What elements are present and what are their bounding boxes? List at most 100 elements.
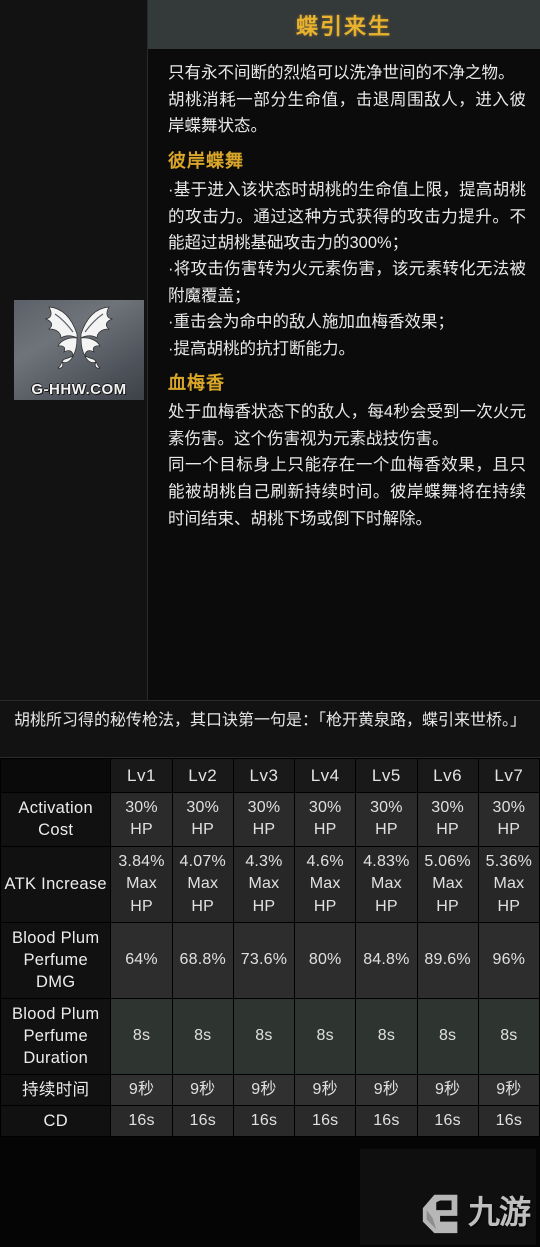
table-row: 持续时间 9秒 9秒 9秒 9秒 9秒 9秒 9秒 xyxy=(0,1073,540,1106)
table-cell-line: Max xyxy=(370,875,402,893)
table-cell-line: Max xyxy=(309,875,341,893)
table-cell-line: 9秒 xyxy=(128,1080,155,1098)
skill-flavor-quote-bar: 胡桃所习得的秘传枪法，其口诀第一句是：「枪开黄泉路，蝶引来世桥。」 xyxy=(0,700,540,758)
table-cell-line: HP xyxy=(497,897,521,915)
table-row: Activation Cost 30% HP 30% HP 30% HP 30% HP 30% HP… xyxy=(0,792,540,847)
table-cell-line: 9秒 xyxy=(373,1080,400,1098)
table-cell-line: HP xyxy=(436,821,459,839)
table-cell: 30% HP xyxy=(355,792,418,847)
icon-source-watermark: G-HHW.COM xyxy=(31,381,127,398)
skill-description-body: 只有永不间断的烈焰可以洗净世间的不净之物。 胡桃消耗一部分生命值，击退周围敌人，… xyxy=(148,50,540,538)
table-cell-line: 8s xyxy=(255,1026,273,1044)
table-cell-line: 30% xyxy=(186,799,220,816)
table-header-lv1: Lv1 xyxy=(110,758,173,793)
watermark-text: 九游 xyxy=(467,1193,531,1231)
list-item: ·重击会为命中的敌人施加血梅香效果； xyxy=(168,313,454,332)
site-watermark: 九游 xyxy=(360,1149,536,1245)
butterfly-icon xyxy=(44,306,114,369)
table-header-lv5: Lv5 xyxy=(355,758,418,793)
skill-description-column: 蝶引来生 只有永不间断的烈焰可以洗净世间的不净之物。 胡桃消耗一部分生命值，击退… xyxy=(148,0,540,700)
list-item: ·提高胡桃的抗打断能力。 xyxy=(168,339,355,358)
table-cell-line: 16s xyxy=(373,1111,400,1129)
skill-info-panel: G-HHW.COM 蝶引来生 只有永不间断的烈焰可以洗净世间的不净之物。 胡桃消… xyxy=(0,0,540,1247)
table-cell-line: 4.3% xyxy=(245,852,283,870)
table-cell: 68.8% xyxy=(171,921,234,999)
skill-icon[interactable]: G-HHW.COM xyxy=(14,300,144,400)
table-cell: 16s xyxy=(416,1104,479,1138)
table-cell: 9秒 xyxy=(171,1073,234,1106)
table-header-lv4: Lv4 xyxy=(294,758,357,793)
table-cell-line: 16s xyxy=(250,1111,278,1129)
table-cell: 30% HP xyxy=(110,792,173,847)
table-cell: 9秒 xyxy=(110,1073,173,1106)
table-row-label: Blood Plum Perfume DMG xyxy=(0,921,112,999)
skill-title: 蝶引来生 xyxy=(295,13,392,39)
table-row: Blood Plum Perfume Duration 8s 8s 8s 8s 8s 8s 8… xyxy=(0,997,540,1075)
table-cell-line: 89.6% xyxy=(424,951,471,969)
table-cell-line: 5.36% xyxy=(485,852,533,870)
table-cell-line: 73.6% xyxy=(240,951,288,969)
table-cell: 3.84% Max HP xyxy=(110,845,173,923)
table-header-lv3: Lv3 xyxy=(232,758,296,793)
skill-flavor-quote: 胡桃所习得的秘传枪法，其口诀第一句是：「枪开黄泉路，蝶引来世桥。」 xyxy=(13,712,526,729)
skill-description-section: G-HHW.COM 蝶引来生 只有永不间断的烈焰可以洗净世间的不净之物。 胡桃消… xyxy=(0,0,540,700)
table-cell-line: 16s xyxy=(189,1111,216,1129)
skill-description-paragraph: 只有永不间断的烈焰可以洗净世间的不净之物。 xyxy=(168,64,515,82)
table-cell-line: 68.8% xyxy=(179,951,226,969)
table-cell-line: 9秒 xyxy=(496,1080,522,1098)
table-cell-line: 8s xyxy=(438,1026,457,1044)
table-cell: 16s xyxy=(232,1104,296,1138)
table-header-lv2: Lv2 xyxy=(171,758,234,793)
table-cell-line: 80% xyxy=(308,951,342,969)
skill-attribute-table: Lv1 Lv2 Lv3 Lv4 Lv5 Lv6 Lv7 Activation C… xyxy=(0,758,540,1138)
table-cell: 30% HP xyxy=(232,792,296,847)
table-cell-line: 64% xyxy=(125,951,158,969)
table-cell: 30% HP xyxy=(171,792,234,847)
table-cell-line: HP xyxy=(191,897,215,915)
skill-section-bullet-list: ·基于进入该状态时胡桃的生命值上限，提高胡桃的攻击力。通过这种方式获得的攻击力提… xyxy=(168,177,526,362)
table-cell: 80% xyxy=(294,921,357,999)
table-body: Activation Cost 30% HP 30% HP 30% HP 30% HP 30% HP… xyxy=(0,792,540,1138)
table-row: Blood Plum Perfume DMG 64% 68.8% 73.6% 80% 84… xyxy=(0,921,540,999)
table-cell-line: HP xyxy=(497,821,521,839)
table-cell-line: 96% xyxy=(492,951,526,969)
table-cell-line: HP xyxy=(252,821,276,839)
table-cell: 30% HP xyxy=(294,792,357,847)
table-cell-line: 16s xyxy=(311,1111,339,1129)
table-cell-line: 84.8% xyxy=(363,951,410,969)
table-cell-line: Max xyxy=(126,875,157,893)
table-cell: 4.6% Max HP xyxy=(294,845,357,923)
table-header-row: Lv1 Lv2 Lv3 Lv4 Lv5 Lv6 Lv7 xyxy=(0,758,540,793)
skill-section-paragraph: 同一个目标身上只能存在一个血梅香效果，且只能被胡桃自己刷新持续时间。彼岸蝶舞将在… xyxy=(168,456,526,528)
table-row-label: Blood Plum Perfume Duration xyxy=(0,997,112,1075)
table-cell: 8s xyxy=(171,997,234,1075)
table-cell-line: HP xyxy=(130,897,153,915)
table-cell-line: 16s xyxy=(128,1111,155,1129)
table-cell-line: 30% xyxy=(492,799,526,816)
table-cell: 8s xyxy=(416,997,479,1075)
table-cell-line: 9秒 xyxy=(434,1080,461,1098)
table-cell-line: HP xyxy=(375,897,398,915)
table-row-label: CD xyxy=(0,1104,112,1138)
table-cell: 84.8% xyxy=(355,921,418,999)
table-cell: 8s xyxy=(232,997,296,1075)
table-cell-line: 9秒 xyxy=(312,1080,338,1098)
table-cell: 9秒 xyxy=(232,1073,296,1106)
table-cell-line: 9秒 xyxy=(251,1080,277,1098)
skill-title-bar: 蝶引来生 xyxy=(148,0,540,50)
table-cell-line: Max xyxy=(248,875,280,893)
table-cell-line: 30% xyxy=(247,799,281,816)
table-cell-line: HP xyxy=(130,821,153,839)
table-cell-line: 8s xyxy=(194,1026,212,1044)
table-cell: 8s xyxy=(110,997,173,1075)
table-cell-line: HP xyxy=(313,897,337,915)
table-cell-line: 16s xyxy=(495,1111,523,1129)
table-cell-line: Max xyxy=(187,875,219,893)
table-cell: 4.83% Max HP xyxy=(355,845,418,923)
table-cell-line: HP xyxy=(313,821,337,839)
table-cell: 8s xyxy=(477,997,540,1075)
table-cell: 4.3% Max HP xyxy=(232,845,296,923)
table-cell-line: 30% xyxy=(308,799,342,816)
table-row-label: Activation Cost xyxy=(0,792,112,847)
table-cell-line: 4.07% xyxy=(179,852,226,870)
